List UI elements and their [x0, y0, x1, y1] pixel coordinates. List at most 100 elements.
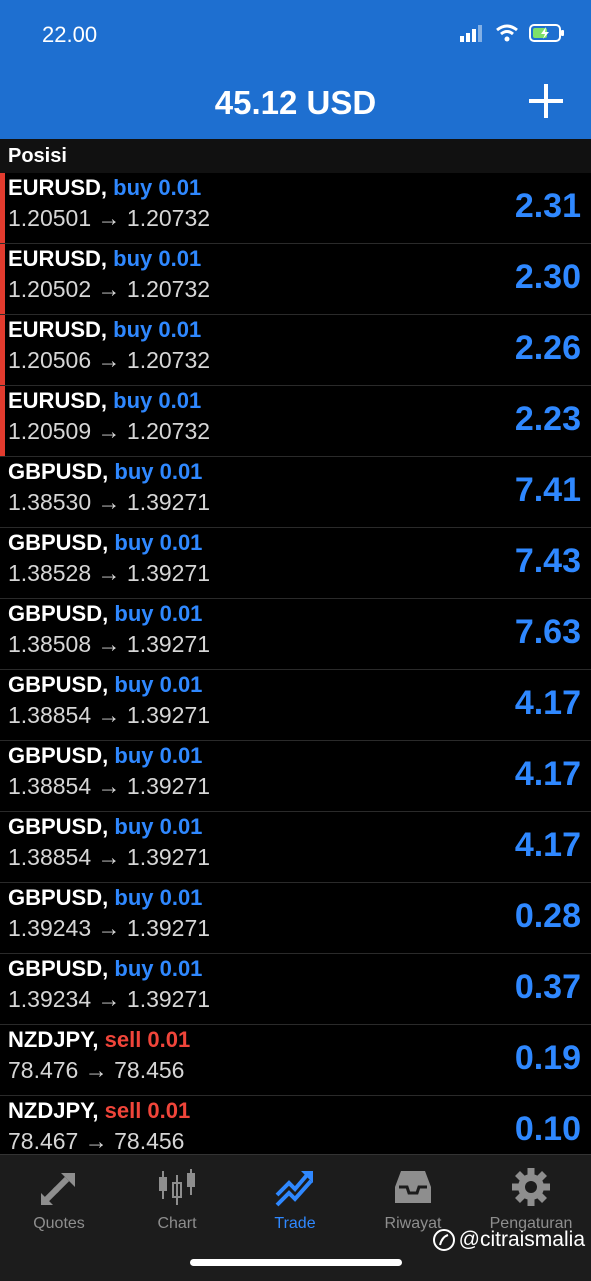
position-header: EURUSD, buy 0.01: [8, 388, 201, 414]
position-prices: 1.20506 → 1.20732: [8, 347, 211, 373]
position-header: GBPUSD, buy 0.01: [8, 530, 202, 556]
position-header: GBPUSD, buy 0.01: [8, 672, 202, 698]
position-header: GBPUSD, buy 0.01: [8, 885, 202, 911]
position-symbol: EURUSD,: [8, 175, 108, 200]
position-prices: 1.39243 → 1.39271: [8, 915, 211, 941]
position-direction: buy 0.01: [113, 388, 202, 413]
tab-quotes[interactable]: Quotes: [0, 1163, 118, 1233]
position-header: EURUSD, buy 0.01: [8, 246, 201, 272]
position-prices: 1.38854 → 1.39271: [8, 844, 211, 870]
position-row[interactable]: GBPUSD, buy 0.01 1.38854 → 1.39271 4.17: [0, 670, 591, 741]
position-direction: buy 0.01: [114, 459, 203, 484]
position-row[interactable]: GBPUSD, buy 0.01 1.38508 → 1.39271 7.63: [0, 599, 591, 670]
position-symbol: GBPUSD,: [8, 530, 109, 555]
positions-list: EURUSD, buy 0.01 1.20501 → 1.20732 2.31 EUR…: [0, 173, 591, 1167]
position-profit: 2.30: [514, 258, 581, 296]
position-direction: buy 0.01: [114, 956, 203, 981]
position-header: NZDJPY, sell 0.01: [8, 1027, 190, 1053]
position-symbol: GBPUSD,: [8, 743, 109, 768]
status-icons: [459, 24, 565, 42]
positions-section-title: Posisi: [0, 139, 591, 173]
position-prices: 1.38528 → 1.39271: [8, 560, 211, 586]
position-profit: 7.43: [514, 542, 581, 580]
position-symbol: EURUSD,: [8, 388, 108, 413]
new-order-plus-icon[interactable]: [529, 84, 563, 118]
watermark: @citraismalia: [432, 1228, 585, 1252]
position-profit: 0.37: [514, 968, 581, 1006]
position-prices: 1.38854 → 1.39271: [8, 773, 211, 799]
tab-trade[interactable]: Trade: [236, 1163, 354, 1233]
position-row[interactable]: GBPUSD, buy 0.01 1.38854 → 1.39271 4.17: [0, 812, 591, 883]
position-prices: 1.20502 → 1.20732: [8, 276, 211, 302]
position-header: EURUSD, buy 0.01: [8, 317, 201, 343]
quotes-icon: [40, 1173, 75, 1206]
position-profit: 2.26: [514, 329, 581, 367]
position-row[interactable]: GBPUSD, buy 0.01 1.39234 → 1.39271 0.37: [0, 954, 591, 1025]
position-marker: [0, 386, 5, 456]
position-symbol: GBPUSD,: [8, 601, 109, 626]
tab-chart[interactable]: Chart: [118, 1163, 236, 1233]
position-marker: [0, 244, 5, 314]
position-symbol: EURUSD,: [8, 246, 108, 271]
position-symbol: NZDJPY,: [8, 1098, 99, 1123]
tab-label: Chart: [157, 1215, 197, 1232]
position-row[interactable]: GBPUSD, buy 0.01 1.39243 → 1.39271 0.28: [0, 883, 591, 954]
app-header: 22.00 45.12 USD: [0, 0, 591, 139]
position-direction: buy 0.01: [114, 814, 203, 839]
position-prices: 1.38854 → 1.39271: [8, 702, 211, 728]
position-prices: 1.20509 → 1.20732: [8, 418, 211, 444]
position-row[interactable]: NZDJPY, sell 0.01 78.476 → 78.456 0.19: [0, 1025, 591, 1096]
position-profit: 2.31: [514, 187, 581, 225]
settings-icon: [512, 1168, 550, 1206]
position-symbol: NZDJPY,: [8, 1027, 99, 1052]
position-direction: buy 0.01: [114, 601, 203, 626]
position-header: GBPUSD, buy 0.01: [8, 459, 202, 485]
tab-label: Quotes: [33, 1215, 85, 1232]
history-icon: [395, 1171, 431, 1203]
position-direction: buy 0.01: [114, 672, 203, 697]
position-row[interactable]: EURUSD, buy 0.01 1.20502 → 1.20732 2.30: [0, 244, 591, 315]
position-marker: [0, 173, 5, 243]
position-row[interactable]: GBPUSD, buy 0.01 1.38528 → 1.39271 7.43: [0, 528, 591, 599]
position-marker: [0, 315, 5, 385]
tab-pengaturan[interactable]: Pengaturan: [472, 1163, 590, 1233]
position-profit: 7.41: [514, 471, 581, 509]
position-direction: buy 0.01: [113, 175, 202, 200]
position-symbol: EURUSD,: [8, 317, 108, 342]
position-profit: 7.63: [514, 613, 581, 651]
position-header: NZDJPY, sell 0.01: [8, 1098, 190, 1124]
position-row[interactable]: EURUSD, buy 0.01 1.20501 → 1.20732 2.31: [0, 173, 591, 244]
position-profit: 0.19: [514, 1039, 581, 1077]
tiktok-logo-icon: [432, 1229, 455, 1251]
position-symbol: GBPUSD,: [8, 956, 109, 981]
wifi-icon: [496, 24, 518, 42]
position-profit: 4.17: [514, 684, 581, 722]
battery-icon: [529, 24, 564, 42]
position-direction: buy 0.01: [113, 317, 202, 342]
position-direction: buy 0.01: [114, 743, 203, 768]
position-symbol: GBPUSD,: [8, 885, 109, 910]
position-direction: sell 0.01: [104, 1027, 191, 1052]
position-row[interactable]: EURUSD, buy 0.01 1.20509 → 1.20732 2.23: [0, 386, 591, 457]
position-header: GBPUSD, buy 0.01: [8, 601, 202, 627]
position-header: GBPUSD, buy 0.01: [8, 956, 202, 982]
signal-icon: [460, 25, 482, 42]
position-direction: buy 0.01: [113, 246, 202, 271]
position-prices: 1.39234 → 1.39271: [8, 986, 211, 1012]
position-header: EURUSD, buy 0.01: [8, 175, 201, 201]
position-row[interactable]: GBPUSD, buy 0.01 1.38854 → 1.39271 4.17: [0, 741, 591, 812]
position-row[interactable]: EURUSD, buy 0.01 1.20506 → 1.20732 2.26: [0, 315, 591, 386]
position-profit: 2.23: [514, 400, 581, 438]
trade-icon: [275, 1171, 313, 1207]
position-prices: 1.38508 → 1.39271: [8, 631, 211, 657]
position-row[interactable]: GBPUSD, buy 0.01 1.38530 → 1.39271 7.41: [0, 457, 591, 528]
tab-riwayat[interactable]: Riwayat: [354, 1163, 472, 1233]
position-symbol: GBPUSD,: [8, 672, 109, 697]
status-time: 22.00: [42, 22, 98, 47]
chart-icon: [159, 1169, 195, 1205]
position-prices: 78.467 → 78.456: [8, 1128, 185, 1154]
position-profit: 4.17: [514, 826, 581, 864]
position-prices: 1.38530 → 1.39271: [8, 489, 211, 515]
position-profit: 0.28: [514, 897, 581, 935]
position-direction: buy 0.01: [114, 530, 203, 555]
